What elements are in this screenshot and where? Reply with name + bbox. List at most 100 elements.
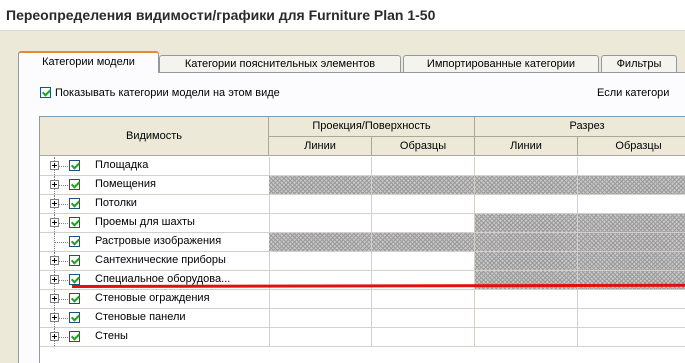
header-projection-lines[interactable]: Линии <box>269 137 372 156</box>
expand-plus-icon[interactable] <box>50 275 59 284</box>
expand-plus-icon[interactable] <box>50 199 59 208</box>
header-projection-surface: Проекция/Поверхность <box>269 117 475 137</box>
expand-plus-icon[interactable] <box>50 218 59 227</box>
category-label: Сантехнические приборы <box>95 254 226 266</box>
category-row[interactable]: Стеновые панели <box>40 309 685 328</box>
override-cell-section-lines <box>475 252 578 270</box>
visibility-checkbox[interactable] <box>69 255 80 266</box>
checkbox-checked-icon[interactable] <box>40 86 51 98</box>
override-cell-projection-lines[interactable] <box>269 309 372 327</box>
category-label: Растровые изображения <box>95 235 222 247</box>
visibility-checkbox[interactable] <box>69 274 80 285</box>
override-cell-section-patterns <box>578 233 685 251</box>
expand-plus-icon[interactable] <box>50 294 59 303</box>
visibility-checkbox[interactable] <box>69 198 80 209</box>
override-cell-section-lines[interactable] <box>475 157 578 175</box>
override-cell-section-patterns[interactable] <box>578 328 685 346</box>
override-cell-section-lines[interactable] <box>475 309 578 327</box>
tree-connector <box>59 318 68 319</box>
override-cell-projection-patterns <box>372 233 475 251</box>
override-cell-projection-patterns[interactable] <box>372 157 475 175</box>
override-cell-projection-patterns[interactable] <box>372 252 475 270</box>
title-bar[interactable]: Переопределения видимости/графики для Fu… <box>0 0 685 31</box>
override-cell-projection-patterns[interactable] <box>372 195 475 213</box>
override-cell-projection-lines[interactable] <box>269 290 372 308</box>
visibility-checkbox[interactable] <box>69 236 80 247</box>
tab-model-categories[interactable]: Категории модели <box>18 51 159 73</box>
category-name-cell: Стеновые ограждения <box>40 290 270 308</box>
override-cell-section-patterns[interactable] <box>578 195 685 213</box>
dialog-title: Переопределения видимости/графики для Fu… <box>6 7 436 23</box>
override-cell-section-lines <box>475 214 578 232</box>
visibility-checkbox[interactable] <box>69 293 80 304</box>
override-cell-projection-patterns[interactable] <box>372 328 475 346</box>
visibility-checkbox[interactable] <box>69 217 80 228</box>
category-row[interactable]: Площадка <box>40 157 685 176</box>
tree-connector <box>59 185 68 186</box>
category-row[interactable]: Стеновые ограждения <box>40 290 685 309</box>
override-cell-projection-patterns[interactable] <box>372 290 475 308</box>
category-row[interactable]: Проемы для шахты <box>40 214 685 233</box>
override-cell-projection-lines[interactable] <box>269 195 372 213</box>
tree-connector <box>59 280 68 281</box>
category-row[interactable]: Сантехнические приборы <box>40 252 685 271</box>
visibility-checkbox[interactable] <box>69 179 80 190</box>
category-label: Помещения <box>95 178 156 190</box>
expand-plus-icon[interactable] <box>50 256 59 265</box>
header-section-patterns[interactable]: Образцы <box>578 137 685 156</box>
override-cell-projection-patterns[interactable] <box>372 309 475 327</box>
tab-imported-categories[interactable]: Импортированные категории <box>403 55 599 72</box>
category-row[interactable]: Растровые изображения <box>40 233 685 252</box>
override-cell-projection-lines[interactable] <box>269 214 372 232</box>
tree-connector <box>59 166 68 167</box>
override-cell-section-patterns[interactable] <box>578 309 685 327</box>
header-section-lines[interactable]: Линии <box>475 137 578 156</box>
header-section: Разрез <box>475 117 685 137</box>
expand-plus-icon[interactable] <box>50 313 59 322</box>
category-label: Площадка <box>95 159 149 171</box>
override-cell-projection-patterns <box>372 176 475 194</box>
category-label: Стеновые панели <box>95 311 186 323</box>
filter-note-text: Если категори <box>597 87 670 99</box>
header-projection-patterns[interactable]: Образцы <box>372 137 475 156</box>
override-cell-projection-patterns[interactable] <box>372 214 475 232</box>
override-cell-section-patterns <box>578 214 685 232</box>
override-cell-projection-lines[interactable] <box>269 252 372 270</box>
override-cell-section-lines[interactable] <box>475 328 578 346</box>
visibility-checkbox[interactable] <box>69 331 80 342</box>
tree-connector <box>59 223 68 224</box>
category-name-cell: Площадка <box>40 157 270 175</box>
override-cell-section-lines <box>475 233 578 251</box>
category-label: Стеновые ограждения <box>95 292 210 304</box>
show-model-categories-checkbox[interactable]: Показывать категории модели на этом виде <box>40 86 280 103</box>
category-name-cell: Потолки <box>40 195 270 213</box>
expand-plus-icon[interactable] <box>50 180 59 189</box>
tree-connector <box>59 204 68 205</box>
category-label: Специальное оборудова... <box>95 273 231 285</box>
category-row[interactable]: Стены <box>40 328 685 347</box>
visibility-checkbox[interactable] <box>69 160 80 171</box>
expand-plus-icon[interactable] <box>50 332 59 341</box>
category-label: Стены <box>95 330 128 342</box>
override-cell-section-lines[interactable] <box>475 290 578 308</box>
category-name-cell: Проемы для шахты <box>40 214 270 232</box>
override-cell-section-lines <box>475 176 578 194</box>
category-row[interactable]: Помещения <box>40 176 685 195</box>
category-row[interactable]: Потолки <box>40 195 685 214</box>
header-visibility[interactable]: Видимость <box>40 117 269 156</box>
override-cell-section-lines[interactable] <box>475 195 578 213</box>
override-cell-section-patterns[interactable] <box>578 290 685 308</box>
tree-connector <box>54 242 68 243</box>
tab-filters[interactable]: Фильтры <box>601 55 677 72</box>
tab-annotation-categories[interactable]: Категории пояснительных элементов <box>159 55 401 72</box>
override-cell-section-patterns <box>578 252 685 270</box>
visibility-checkbox[interactable] <box>69 312 80 323</box>
tree-connector <box>59 337 68 338</box>
override-cell-projection-lines[interactable] <box>269 157 372 175</box>
category-name-cell: Помещения <box>40 176 270 194</box>
expand-plus-icon[interactable] <box>50 161 59 170</box>
override-cell-projection-lines[interactable] <box>269 328 372 346</box>
override-cell-section-patterns[interactable] <box>578 157 685 175</box>
category-name-cell: Стены <box>40 328 270 346</box>
override-cell-section-patterns <box>578 176 685 194</box>
